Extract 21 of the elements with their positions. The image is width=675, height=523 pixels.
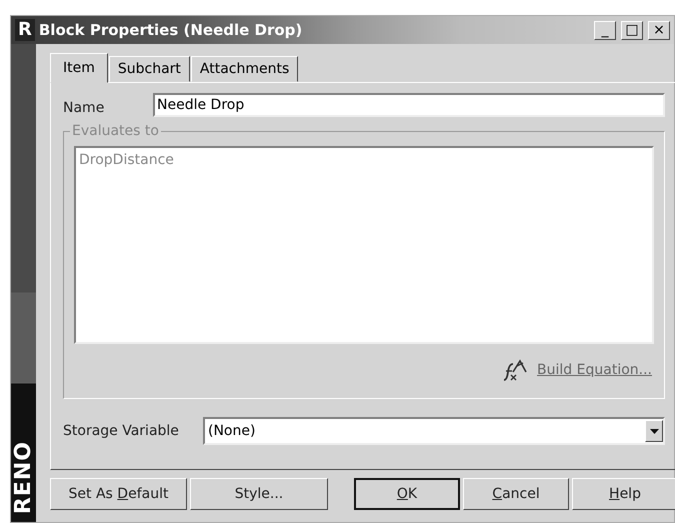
- tab[interactable]: Item: [50, 53, 108, 83]
- dialog-button[interactable]: Cancel: [463, 478, 569, 510]
- window-title: Block Properties (Needle Drop): [38, 21, 304, 39]
- name-field[interactable]: Needle Drop: [153, 93, 665, 117]
- field-label: Name: [63, 99, 106, 116]
- app-logo: R: [15, 19, 35, 41]
- function-icon: [501, 358, 528, 382]
- storage-variable-dropdown[interactable]: (None): [203, 417, 665, 445]
- close-button[interactable]: ×: [648, 20, 670, 40]
- dialog-button[interactable]: Style...: [190, 478, 328, 510]
- dialog-button[interactable]: Set As Default: [50, 478, 187, 510]
- brand-text: RENO: [11, 440, 36, 514]
- caret-icon: [650, 428, 658, 434]
- tab[interactable]: Subchart: [108, 56, 190, 82]
- build-equation-link[interactable]: Build Equation...: [537, 362, 652, 378]
- tab[interactable]: Attachments: [190, 56, 298, 82]
- dialog-button[interactable]: OK: [354, 478, 460, 510]
- field-label: Storage Variable: [63, 423, 180, 439]
- minimize-button[interactable]: _: [594, 20, 616, 40]
- maximize-button[interactable]: □: [621, 20, 643, 40]
- dialog-button[interactable]: Help: [572, 478, 675, 510]
